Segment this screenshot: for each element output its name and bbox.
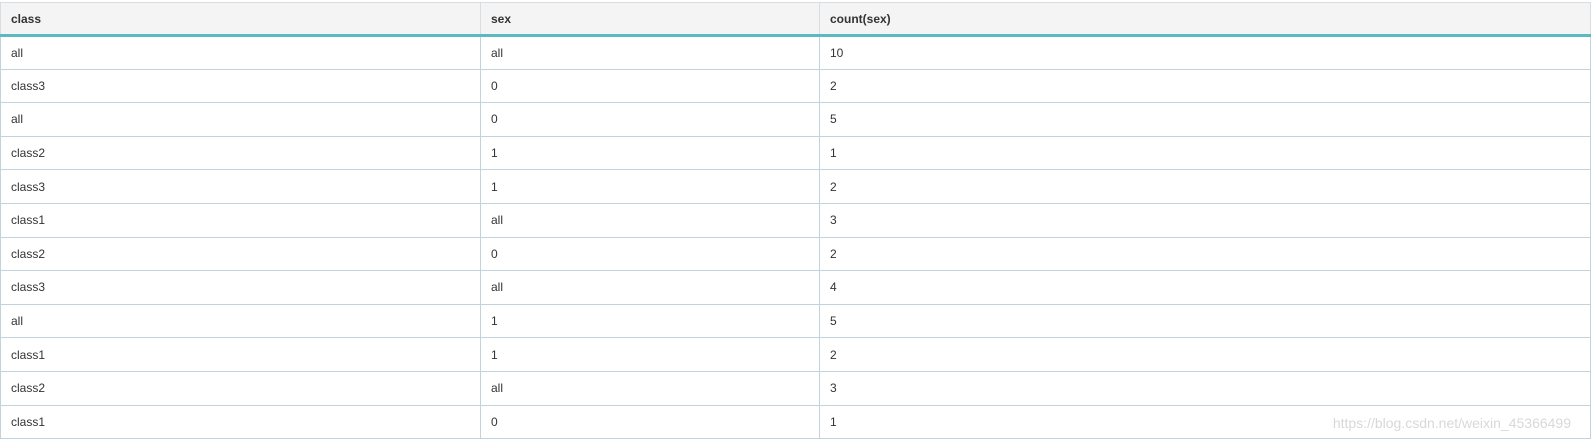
table-cell-class[interactable]: class2 <box>0 236 481 272</box>
table-cell-class[interactable]: class2 <box>0 370 481 406</box>
table-cell-class[interactable]: class1 <box>0 404 481 440</box>
table-cell-count-sex[interactable]: 5 <box>819 102 1591 137</box>
table-cell-count-sex[interactable]: 1 <box>819 404 1591 440</box>
table-cell-class[interactable]: all <box>0 102 481 137</box>
column-header-sex[interactable]: sex <box>480 2 820 37</box>
table-cell-class[interactable]: class1 <box>0 337 481 372</box>
table-cell-count-sex[interactable]: 4 <box>819 270 1591 305</box>
table-cell-count-sex[interactable]: 2 <box>819 337 1591 372</box>
column-header-count-sex[interactable]: count(sex) <box>819 2 1591 37</box>
table-row[interactable]: class2 1 1 <box>0 135 1591 171</box>
table-cell-count-sex[interactable]: 10 <box>819 35 1591 70</box>
table-row[interactable]: class3 all 4 <box>0 270 1591 305</box>
table-cell-count-sex[interactable]: 3 <box>819 202 1591 238</box>
table-cell-sex[interactable]: 1 <box>480 337 820 372</box>
table-cell-class[interactable]: class3 <box>0 68 481 104</box>
table-cell-class[interactable]: class2 <box>0 135 481 171</box>
table-cell-count-sex[interactable]: 2 <box>819 169 1591 204</box>
table-cell-count-sex[interactable]: 2 <box>819 68 1591 104</box>
table-row[interactable]: class3 0 2 <box>0 68 1591 104</box>
table-row[interactable]: all all 10 <box>0 35 1591 70</box>
table-cell-sex[interactable]: 0 <box>480 102 820 137</box>
table-cell-sex[interactable]: all <box>480 370 820 406</box>
table-row[interactable]: class2 all 3 <box>0 370 1591 406</box>
table-header: class sex count(sex) <box>0 2 1591 37</box>
table-row[interactable]: class1 1 2 <box>0 337 1591 372</box>
table-cell-sex[interactable]: 1 <box>480 303 820 339</box>
table-row[interactable]: class2 0 2 <box>0 236 1591 272</box>
table-cell-sex[interactable]: 0 <box>480 236 820 272</box>
table-cell-class[interactable]: class3 <box>0 270 481 305</box>
table-row[interactable]: all 1 5 <box>0 303 1591 339</box>
table-cell-sex[interactable]: all <box>480 270 820 305</box>
result-grid-page: class sex count(sex) all all 10 class3 0 2 all… <box>0 0 1591 448</box>
column-header-class[interactable]: class <box>0 2 481 37</box>
table-row[interactable]: all 0 5 <box>0 102 1591 137</box>
table-cell-sex[interactable]: 0 <box>480 404 820 440</box>
table-cell-count-sex[interactable]: 1 <box>819 135 1591 171</box>
table-row[interactable]: class1 0 1 <box>0 404 1591 440</box>
table-cell-count-sex[interactable]: 2 <box>819 236 1591 272</box>
table-cell-class[interactable]: class3 <box>0 169 481 204</box>
table-cell-sex[interactable]: 1 <box>480 135 820 171</box>
table-row[interactable]: class1 all 3 <box>0 202 1591 238</box>
table-cell-class[interactable]: all <box>0 35 481 70</box>
table-cell-count-sex[interactable]: 5 <box>819 303 1591 339</box>
result-table: class sex count(sex) all all 10 class3 0 2 all… <box>0 2 1591 440</box>
table-cell-sex[interactable]: 0 <box>480 68 820 104</box>
table-cell-class[interactable]: all <box>0 303 481 339</box>
header-row: class sex count(sex) <box>0 2 1591 37</box>
table-row[interactable]: class3 1 2 <box>0 169 1591 204</box>
table-cell-count-sex[interactable]: 3 <box>819 370 1591 406</box>
table-cell-sex[interactable]: 1 <box>480 169 820 204</box>
table-cell-sex[interactable]: all <box>480 35 820 70</box>
table-body: all all 10 class3 0 2 all 0 5 class2 1 1 class3 1 2 cla… <box>0 35 1591 440</box>
table-cell-sex[interactable]: all <box>480 202 820 238</box>
table-cell-class[interactable]: class1 <box>0 202 481 238</box>
